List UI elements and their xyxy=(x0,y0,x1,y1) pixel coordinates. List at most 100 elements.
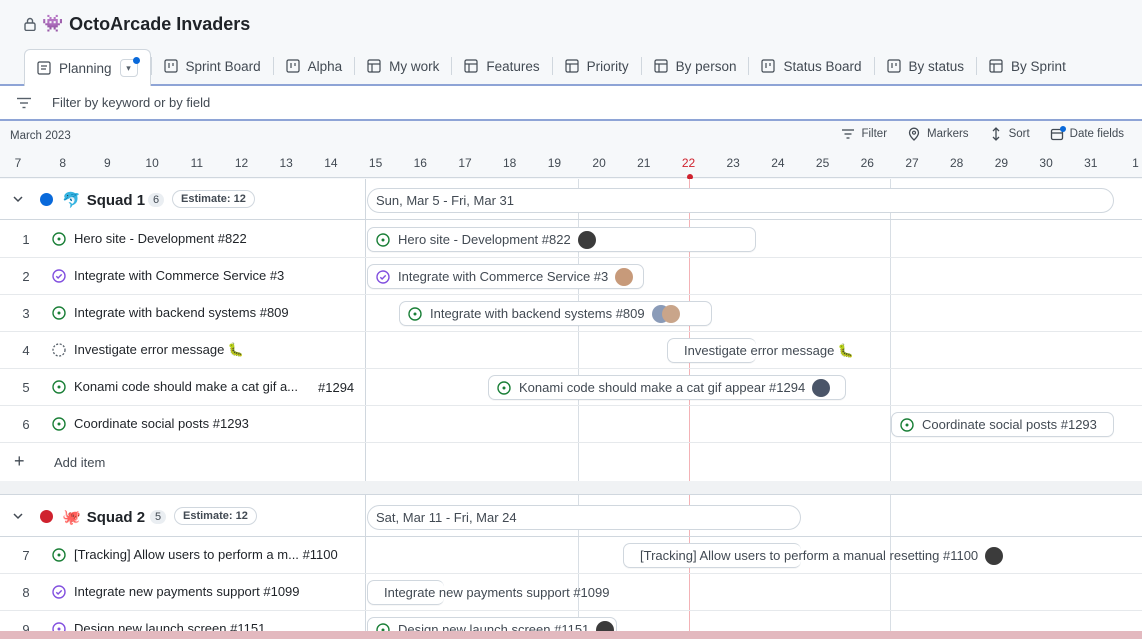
bar-label: Hero site - Development #822 xyxy=(398,232,571,247)
filter-input[interactable] xyxy=(52,95,752,110)
item-title-text: Integrate with backend systems xyxy=(74,305,257,320)
day-label: 7 xyxy=(14,156,22,170)
avatar[interactable] xyxy=(577,230,596,249)
avatar[interactable] xyxy=(812,378,831,397)
timeline-bar[interactable]: Hero site - Development #822 xyxy=(367,227,756,252)
tab-priority[interactable]: Priority xyxy=(553,48,641,84)
day-label: 19 xyxy=(547,156,562,170)
item-ref: #3 xyxy=(269,268,285,283)
table-row[interactable]: 4 Investigate error message 🐛 Investigat… xyxy=(0,332,1142,369)
item-ref: #822 xyxy=(217,231,247,246)
timeline-bar[interactable]: Integrate with Commerce Service #3 xyxy=(367,264,644,289)
item-title-text: Investigate error message 🐛 xyxy=(74,342,245,357)
tab-planning[interactable]: Planning ▾ xyxy=(24,49,151,86)
group-name[interactable]: 🐙 Squad 2 xyxy=(62,508,146,527)
filter-button[interactable]: Filter xyxy=(841,127,887,141)
project-emoji: 👾 xyxy=(42,14,64,33)
timeline-bar[interactable]: Investigate error message 🐛 xyxy=(667,338,854,363)
tab-my-work[interactable]: My work xyxy=(355,48,451,84)
timeline-bar[interactable]: Konami code should make a cat gif appear… xyxy=(488,375,846,400)
group-range-bar[interactable]: Sun, Mar 5 - Fri, Mar 31 xyxy=(367,188,1114,213)
item-title[interactable]: Investigate error message 🐛 xyxy=(52,342,244,358)
roadmap-grid: 🐬 Squad 1 6 Estimate: 12 Sun, Mar 5 - Fri… xyxy=(0,179,1142,639)
table-row[interactable]: 1 Hero site - Development #822 Hero site… xyxy=(0,221,1142,258)
tab-label: Status Board xyxy=(783,58,862,74)
item-title[interactable]: Hero site - Development #822 xyxy=(52,231,247,246)
group-separator xyxy=(0,481,1142,495)
tab-by-person[interactable]: By person xyxy=(642,48,749,84)
item-title[interactable]: [Tracking] Allow users to perform a m...… xyxy=(52,547,338,562)
item-title[interactable]: Integrate new payments support #1099 xyxy=(52,584,300,599)
issue-closed-icon xyxy=(52,584,66,599)
tab-label: By Sprint xyxy=(1011,58,1066,74)
bar-label: Investigate error message 🐛 xyxy=(684,342,855,358)
group-count: 6 xyxy=(148,193,165,207)
group-header: 🐙 Squad 2 5 Estimate: 12 Sat, Mar 11 - Fr… xyxy=(0,496,1142,537)
estimate-badge: Estimate: 12 xyxy=(174,507,257,525)
day-label: 26 xyxy=(860,156,874,170)
sort-icon xyxy=(992,127,1000,141)
bar-label: Konami code should make a cat gif appear… xyxy=(519,380,806,395)
table-row[interactable]: 3 Integrate with backend systems #809 In… xyxy=(0,295,1142,332)
table-icon xyxy=(989,59,1003,73)
date-fields-button[interactable]: Date fields xyxy=(1050,126,1124,141)
tab-by-sprint[interactable]: By Sprint xyxy=(977,48,1078,84)
table-row[interactable]: 5 Konami code should make a cat gif a...… xyxy=(0,369,1142,406)
table-icon xyxy=(654,59,668,73)
timeline-toolbar: Filter Markers Sort Date fields xyxy=(841,126,1124,141)
location-pin-icon xyxy=(908,127,920,141)
item-title[interactable]: Integrate with Commerce Service #3 xyxy=(52,268,284,283)
issue-closed-icon xyxy=(52,268,66,283)
avatar[interactable] xyxy=(615,267,634,286)
item-title[interactable]: Konami code should make a cat gif a... xyxy=(52,379,298,394)
timeline-bar[interactable]: Integrate with backend systems #809 xyxy=(399,301,712,326)
markers-button[interactable]: Markers xyxy=(907,127,969,141)
item-title-text: [Tracking] Allow users to perform a m... xyxy=(74,547,299,562)
tab-status-board[interactable]: Status Board xyxy=(749,48,873,84)
tab-label: By person xyxy=(675,58,737,74)
group-label: Squad 2 xyxy=(86,508,146,526)
group-emoji: 🐙 xyxy=(62,509,81,526)
tab-menu-button[interactable]: ▾ xyxy=(119,57,140,77)
table-icon xyxy=(464,59,478,73)
day-label: 18 xyxy=(503,156,517,170)
avatar[interactable] xyxy=(661,304,680,323)
timeline-bar[interactable]: Coordinate social posts #1293 xyxy=(891,412,1114,437)
table-row[interactable]: 6 Coordinate social posts #1293 Coordina… xyxy=(0,406,1142,443)
draft-icon xyxy=(52,343,66,357)
table-row[interactable]: 2 Integrate with Commerce Service #3 Int… xyxy=(0,258,1142,295)
tab-label: Features xyxy=(486,58,540,74)
month-label: March 2023 xyxy=(10,130,71,142)
markers-label: Markers xyxy=(927,128,969,140)
chevron-down-icon[interactable] xyxy=(12,510,24,522)
group-name[interactable]: 🐬 Squad 1 xyxy=(62,191,145,210)
timeline-header: March 2023 Filter Markers Sort Date fiel… xyxy=(0,122,1142,180)
day-scale: 7 8 9 10 11 12 13 14 15 16 17 18 19 20 21 22 23 24 25 26 27 2… xyxy=(0,156,1142,174)
tab-label: By status xyxy=(908,58,965,74)
tab-features[interactable]: Features xyxy=(452,48,551,84)
project-title[interactable]: OctoArcade Invaders xyxy=(69,14,250,35)
timeline-bar[interactable]: Integrate new payments support #1099 xyxy=(367,580,609,605)
tab-by-status[interactable]: By status xyxy=(875,48,977,84)
chevron-down-icon[interactable] xyxy=(12,193,24,205)
filter-icon xyxy=(17,97,31,108)
tab-alpha[interactable]: Alpha xyxy=(274,48,355,84)
day-label: 27 xyxy=(905,156,919,170)
day-label: 24 xyxy=(771,156,785,170)
add-item-row[interactable]: + Add item xyxy=(0,444,1142,481)
table-row[interactable]: 7 [Tracking] Allow users to perform a m.… xyxy=(0,537,1142,574)
sort-label: Sort xyxy=(1008,128,1030,140)
item-ref: #1293 xyxy=(212,416,249,431)
group-count: 5 xyxy=(150,510,167,524)
item-title[interactable]: Integrate with backend systems #809 xyxy=(52,305,289,320)
sort-button[interactable]: Sort xyxy=(989,127,1030,141)
group-range-bar[interactable]: Sat, Mar 11 - Fri, Mar 24 xyxy=(367,505,801,530)
tab-sprint-board[interactable]: Sprint Board xyxy=(152,48,273,84)
timeline-bar[interactable]: [Tracking] Allow users to perform a manu… xyxy=(623,543,1004,568)
item-title[interactable]: Coordinate social posts #1293 xyxy=(52,416,249,431)
group-color-dot xyxy=(40,193,53,206)
table-row[interactable]: 8 Integrate new payments support #1099 I… xyxy=(0,574,1142,611)
day-label: 12 xyxy=(234,156,249,170)
avatar[interactable] xyxy=(985,546,1004,565)
item-title-text: Konami code should make a cat gif a... xyxy=(74,379,299,394)
